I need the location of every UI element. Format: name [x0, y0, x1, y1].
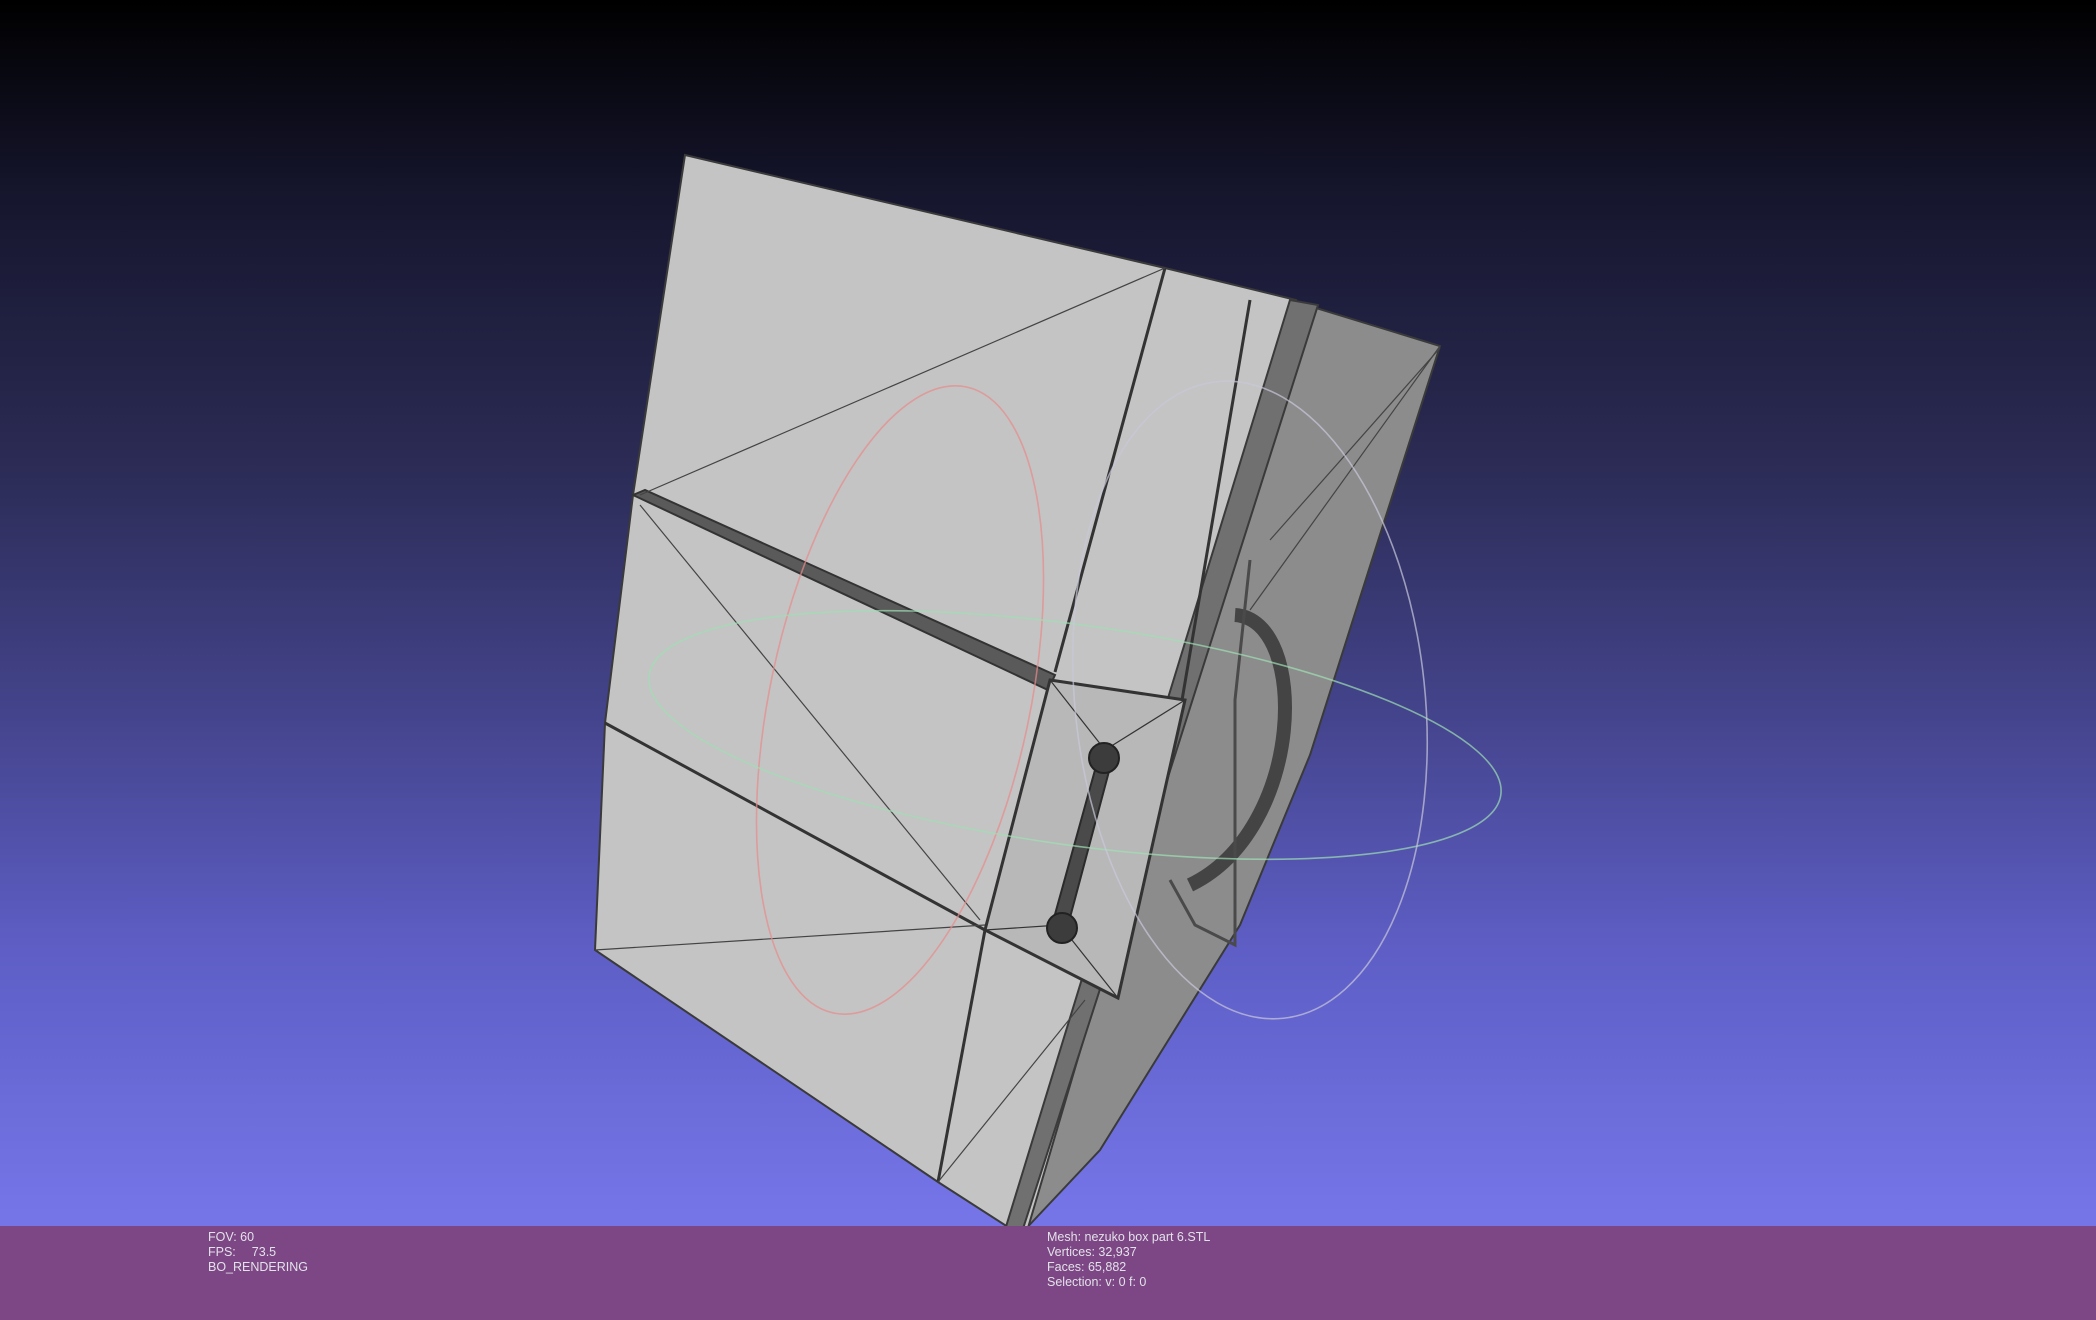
mesh-handle-knob-bottom — [1046, 912, 1078, 944]
3d-viewport[interactable] — [0, 0, 2096, 1320]
vertex-count: Vertices: 32,937 — [1047, 1245, 1137, 1259]
mesh-render — [593, 153, 1502, 1240]
mesh-handle-knob-top — [1088, 742, 1120, 774]
face-count: Faces: 65,882 — [1047, 1260, 1127, 1274]
mesh-name: Mesh: nezuko box part 6.STL — [1047, 1230, 1211, 1244]
fps-readout: FPS: 73.5 — [208, 1245, 308, 1260]
fps-label: FPS: — [208, 1245, 236, 1259]
mesh-info: Mesh: nezuko box part 6.STL Vertices: 32… — [1047, 1230, 1210, 1290]
status-bar: FOV: 60 FPS: 73.5 BO_RENDERING Mesh: nezu… — [0, 1226, 2096, 1320]
selection-info: Selection: v: 0 f: 0 — [1047, 1275, 1147, 1289]
render-mode: BO_RENDERING — [208, 1260, 309, 1274]
fps-value: 73.5 — [251, 1245, 277, 1259]
render-info: FOV: 60 FPS: 73.5 BO_RENDERING — [208, 1230, 308, 1275]
fov-readout: FOV: 60 — [208, 1230, 255, 1244]
